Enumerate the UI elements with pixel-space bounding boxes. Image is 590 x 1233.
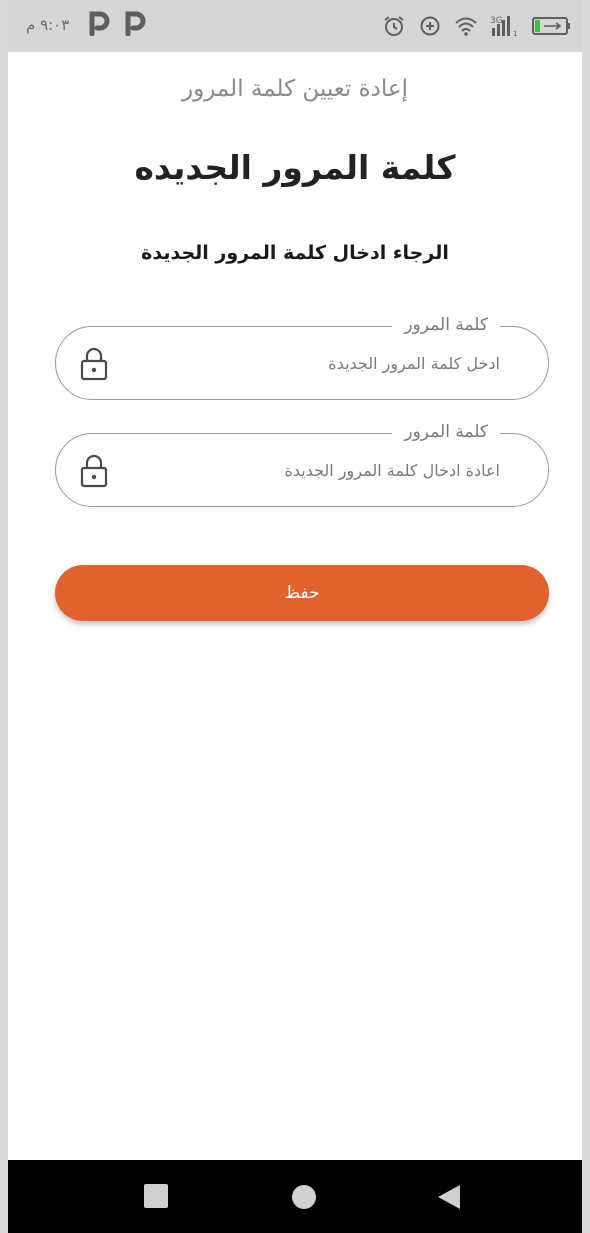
new-password-input[interactable] <box>170 347 500 379</box>
parking-p-icon <box>125 11 146 36</box>
svg-text:3G: 3G <box>490 16 503 26</box>
save-button[interactable]: حفظ <box>55 565 549 621</box>
recents-square-icon[interactable] <box>144 1184 168 1208</box>
app-screen: ٩:٠٣ م 3G 1 إعادة تعيين كلمة المرور كلمة… <box>0 0 590 1233</box>
confirm-password-field[interactable]: كلمة المرور <box>55 420 549 507</box>
page-subtitle: الرجاء ادخال كلمة المرور الجديدة <box>141 242 449 264</box>
lock-icon <box>80 347 108 381</box>
confirm-password-label: كلمة المرور <box>392 420 500 444</box>
system-nav-bar <box>8 1160 582 1233</box>
confirm-password-input[interactable] <box>170 454 500 486</box>
wifi-icon <box>455 17 477 36</box>
home-circle-icon[interactable] <box>291 1184 317 1210</box>
page-title: كلمة المرور الجديده <box>134 148 456 187</box>
lock-icon <box>80 454 108 488</box>
page-header-title: إعادة تعيين كلمة المرور <box>181 76 409 102</box>
svg-text:1: 1 <box>513 30 517 38</box>
new-password-field[interactable]: كلمة المرور <box>55 313 549 400</box>
new-password-label: كلمة المرور <box>392 313 500 337</box>
status-time: ٩:٠٣ م <box>26 16 70 34</box>
data-saver-icon <box>420 16 440 36</box>
signal-3g-icon: 3G 1 <box>490 16 517 38</box>
battery-charging-icon <box>532 17 570 35</box>
system-icons: 3G 1 <box>382 12 572 40</box>
status-bar: ٩:٠٣ م 3G 1 <box>8 0 582 52</box>
parking-p-icon <box>89 11 110 36</box>
alarm-icon <box>384 16 404 36</box>
back-triangle-icon[interactable] <box>436 1184 462 1210</box>
